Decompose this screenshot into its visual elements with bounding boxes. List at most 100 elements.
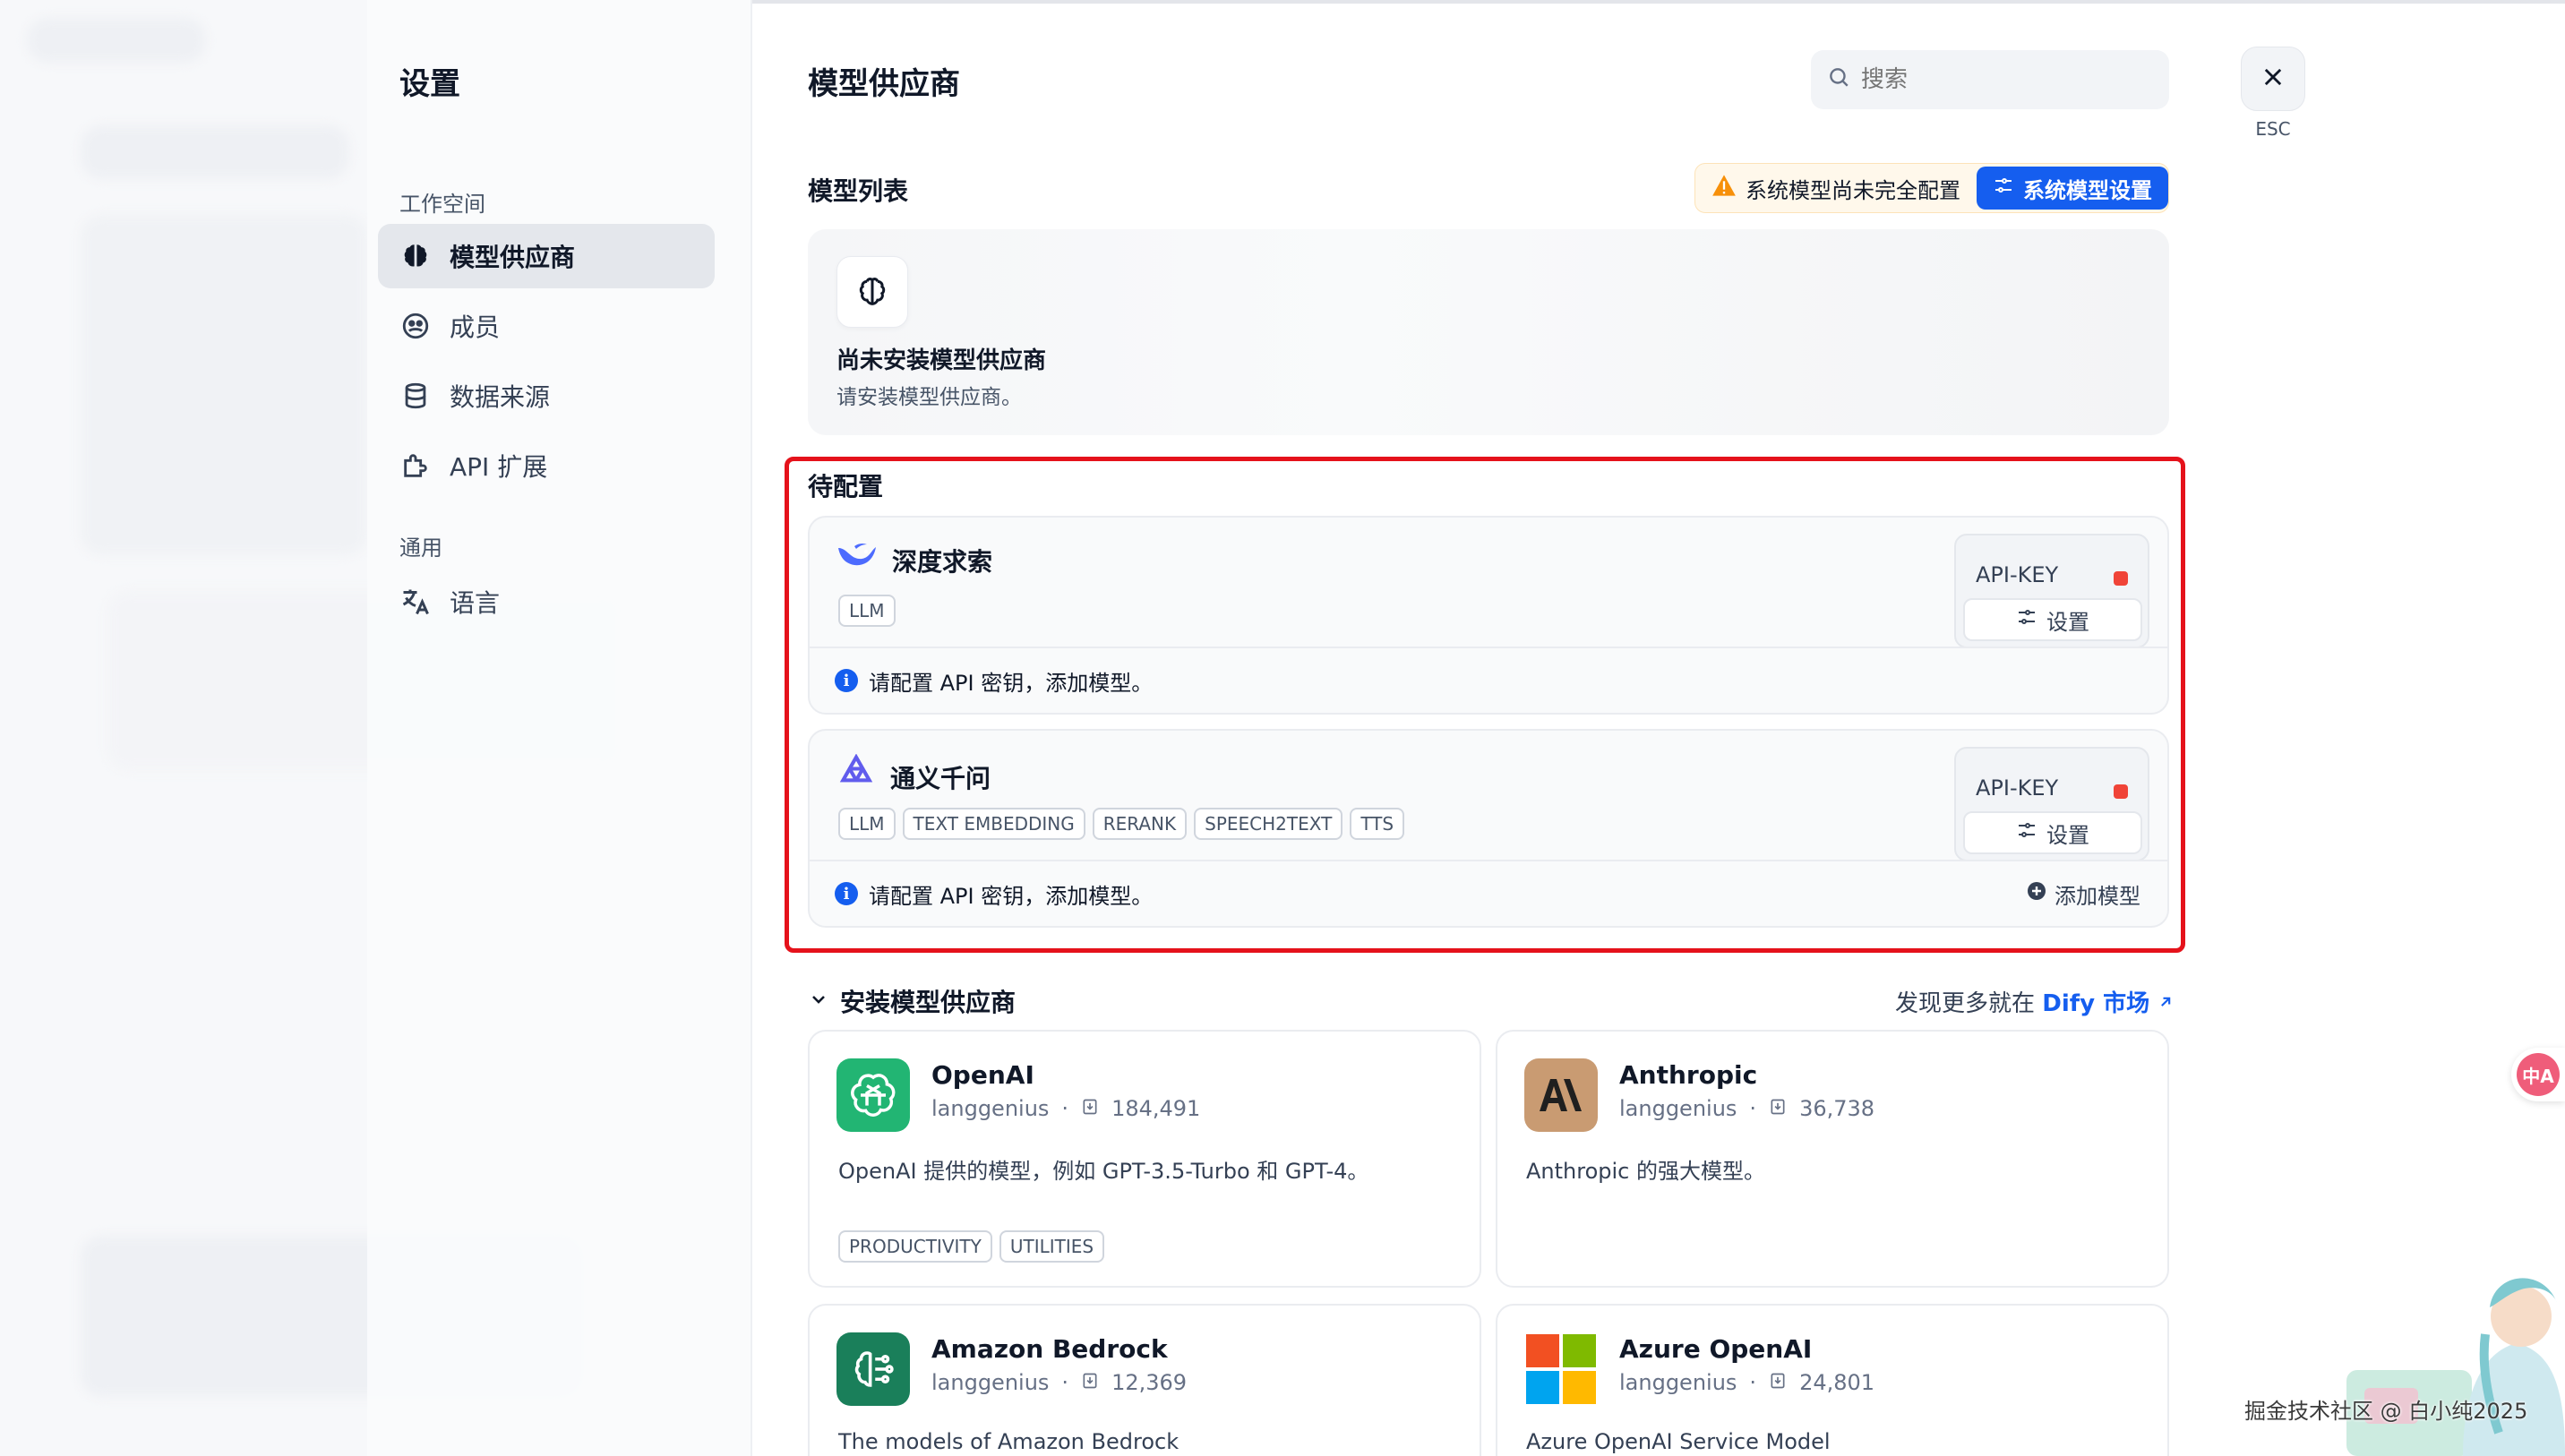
info-icon: i [835, 882, 858, 905]
search-icon [1827, 65, 1850, 95]
plugin-author: langgenius [931, 1370, 1050, 1395]
translate-fab-icon: 中A [2517, 1053, 2560, 1096]
search-input[interactable] [1861, 66, 2148, 93]
plugin-description: OpenAI 提供的模型，例如 GPT-3.5-Turbo 和 GPT-4。 [838, 1159, 1369, 1184]
model-type-tag: SPEECH2TEXT [1194, 808, 1343, 840]
esc-hint: ESC [2255, 118, 2291, 140]
nav-group-general: 通用 [399, 535, 442, 561]
brain-outline-icon [836, 256, 908, 328]
model-type-tag: TEXT EMBEDDING [902, 808, 1085, 840]
plugin-card-azure-openai[interactable]: Azure OpenAI langgenius · 24,801 Azure O… [1496, 1304, 2169, 1456]
settings-label: 设置 [2046, 822, 2089, 848]
plugin-meta: langgenius · 24,801 [1619, 1370, 1874, 1395]
provider-name: 深度求索 [892, 546, 993, 577]
system-model-warning: 系统模型尚未完全配置 系统模型设置 [1694, 163, 2169, 213]
tongyi-logo-icon [836, 753, 876, 800]
microsoft-logo-icon [1524, 1332, 1598, 1406]
install-section-toggle[interactable]: 安装模型供应商 [808, 983, 1016, 1019]
arrow-up-right-icon [2157, 990, 2175, 1017]
plugin-author: langgenius [931, 1096, 1050, 1121]
status-indicator-unconfigured [2114, 784, 2128, 799]
sidebar-item-label: 模型供应商 [450, 243, 576, 272]
download-icon [1769, 1096, 1787, 1121]
category-tag: PRODUCTIVITY [838, 1230, 992, 1263]
api-key-label: API-KEY [1976, 775, 2059, 801]
download-count: 24,801 [1799, 1370, 1875, 1395]
translate-icon [399, 586, 432, 618]
provider-name: 通义千问 [890, 763, 991, 793]
notice-text: 请配置 API 密钥，添加模型。 [869, 883, 1154, 909]
sidebar-item-api-extension[interactable]: API 扩展 [378, 433, 715, 498]
empty-provider-card: 尚未安装模型供应商 请安装模型供应商。 [808, 229, 2169, 435]
model-type-tag: TTS [1350, 808, 1405, 840]
warning-icon [1711, 174, 1737, 202]
dot-separator: · [1749, 1370, 1757, 1395]
download-icon [1081, 1096, 1099, 1121]
plugin-description: Azure OpenAI Service Model [1526, 1429, 1831, 1454]
system-model-settings-button[interactable]: 系统模型设置 [1977, 167, 2168, 210]
download-count: 184,491 [1111, 1096, 1201, 1121]
sidebar-item-language[interactable]: 语言 [378, 570, 715, 634]
add-model-label: 添加模型 [2055, 883, 2140, 909]
plugin-card-openai[interactable]: OpenAI langgenius · 184,491 OpenAI 提供的模型… [808, 1030, 1481, 1288]
close-icon [2260, 64, 2286, 93]
warning-text: 系统模型尚未完全配置 [1746, 177, 1960, 203]
info-icon: i [835, 669, 858, 692]
dot-separator: · [1061, 1096, 1069, 1121]
pending-title: 待配置 [808, 472, 884, 501]
plugin-author: langgenius [1619, 1096, 1737, 1121]
sliders-icon [2016, 819, 2037, 846]
provider-settings-button[interactable]: 设置 [1963, 811, 2142, 854]
brain-icon [399, 240, 432, 272]
system-model-settings-label: 系统模型设置 [2023, 177, 2152, 203]
marketplace-link[interactable]: 发现更多就在 Dify 市场 [1895, 985, 2175, 1018]
sidebar-item-label: API 扩展 [450, 452, 548, 482]
plugin-meta: langgenius · 12,369 [931, 1370, 1187, 1395]
provider-tags: LLM TEXT EMBEDDING RERANK SPEECH2TEXT TT… [838, 808, 1405, 840]
provider-notice: i 请配置 API 密钥，添加模型。 添加模型 [810, 860, 2167, 926]
plugin-meta: langgenius · 184,491 [931, 1096, 1200, 1121]
sidebar-item-data-source[interactable]: 数据来源 [378, 364, 715, 428]
plugin-name: Azure OpenAI [1619, 1334, 1813, 1364]
download-icon [1769, 1370, 1787, 1395]
api-key-panel: API-KEY 设置 [1954, 534, 2149, 648]
nav-group-workspace: 工作空间 [399, 192, 485, 217]
provider-notice: i 请配置 API 密钥，添加模型。 [810, 647, 2167, 713]
plugin-name: Anthropic [1619, 1060, 1758, 1090]
openai-logo-icon [836, 1058, 910, 1132]
provider-settings-button[interactable]: 设置 [1963, 598, 2142, 641]
plugin-tags: PRODUCTIVITY UTILITIES [838, 1230, 1105, 1263]
members-icon [399, 310, 432, 342]
mascot-illustration [2329, 1254, 2565, 1456]
plugin-meta: langgenius · 36,738 [1619, 1096, 1874, 1121]
sliders-icon [2016, 606, 2037, 633]
download-icon [1081, 1370, 1099, 1395]
sidebar-item-members[interactable]: 成员 [378, 294, 715, 358]
translate-floating-button[interactable]: 中A [2511, 1048, 2565, 1101]
model-list-title: 模型列表 [808, 176, 909, 206]
deepseek-logo-icon [836, 541, 878, 579]
api-key-label: API-KEY [1976, 562, 2059, 587]
sidebar-item-model-provider[interactable]: 模型供应商 [378, 224, 715, 288]
empty-description: 请安装模型供应商。 [836, 386, 1022, 409]
close-button[interactable] [2241, 47, 2305, 111]
provider-tags: LLM [838, 595, 896, 627]
settings-title: 设置 [399, 66, 460, 102]
page-title: 模型供应商 [808, 66, 960, 102]
download-count: 12,369 [1111, 1370, 1188, 1395]
sliders-icon [1993, 175, 2014, 201]
search-box[interactable] [1811, 50, 2169, 109]
puzzle-icon [399, 450, 432, 482]
plugin-card-anthropic[interactable]: Anthropic langgenius · 36,738 Anthropic … [1496, 1030, 2169, 1288]
dot-separator: · [1061, 1370, 1069, 1395]
bedrock-logo-icon [836, 1332, 910, 1406]
notice-text: 请配置 API 密钥，添加模型。 [869, 670, 1154, 696]
plugin-author: langgenius [1619, 1370, 1737, 1395]
market-link-text: Dify 市场 [2042, 990, 2150, 1017]
dot-separator: · [1749, 1096, 1757, 1121]
model-type-tag: LLM [838, 595, 896, 627]
add-model-button[interactable]: 添加模型 [2026, 878, 2140, 910]
plugin-name: OpenAI [931, 1060, 1034, 1090]
sidebar-item-label: 成员 [450, 313, 501, 342]
plugin-card-amazon-bedrock[interactable]: Amazon Bedrock langgenius · 12,369 The m… [808, 1304, 1481, 1456]
